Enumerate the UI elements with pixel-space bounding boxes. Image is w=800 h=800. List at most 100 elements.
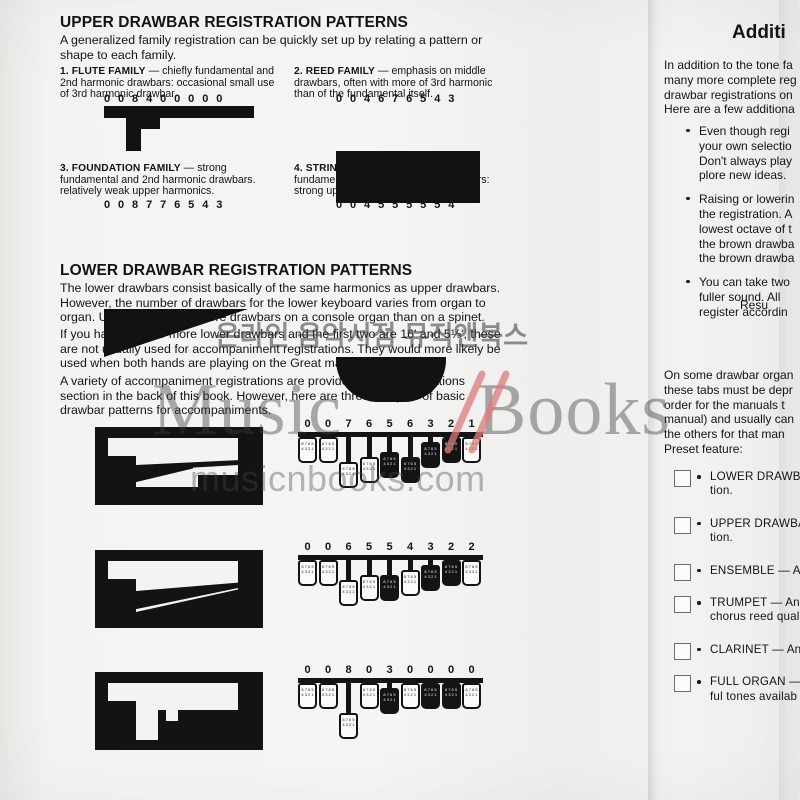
drawbar-stem (346, 560, 351, 580)
upper-drawbar-intro: A generalized family registration can be… (60, 33, 483, 62)
family-4-dash: — (388, 162, 399, 174)
drawbar-scale: 8 7 6 5 4 3 2 1 (383, 692, 396, 702)
watermark-brand-right: Books (477, 369, 672, 451)
drawbar-scale: 8 7 6 5 4 3 2 1 (383, 579, 396, 589)
drawbar-scale: 8 7 6 5 4 3 2 1 (424, 446, 437, 456)
drawbar-value-label: 6 (365, 418, 373, 430)
lower-pattern-panel-2 (95, 550, 263, 628)
family-2-name: REED FAMILY (305, 66, 375, 77)
family-3-index: 3. (60, 163, 69, 174)
checkbox-label-4: TRUMPET (710, 596, 768, 610)
drawbar-knob[interactable]: 8 7 6 5 4 3 2 1 (462, 437, 481, 463)
family-2-dash: — (377, 65, 389, 77)
drawbar-value-label: 2 (447, 541, 455, 553)
drawbar-knob[interactable]: 8 7 6 5 4 3 2 1 (421, 442, 440, 468)
drawbar-value-label: 0 (365, 664, 373, 676)
drawbar-knob[interactable]: 8 7 6 5 4 3 2 1 (400, 457, 420, 483)
drawbar-knob[interactable]: 8 7 6 5 4 3 2 1 (359, 683, 379, 709)
checkbox-label-5: CLARINET (710, 642, 769, 656)
lower-drawbar-heading: LOWER DRAWBAR REGISTRATION PATTERNS (60, 262, 413, 279)
drawbar-scale: 8 7 6 5 4 3 2 1 (301, 441, 314, 451)
drawbar-knob[interactable]: 8 7 6 5 4 3 2 1 (380, 575, 399, 601)
drawbar-scale: 8 7 6 5 4 3 2 1 (465, 687, 478, 697)
drawbar-value-label: 7 (345, 418, 352, 430)
drawbar-knob[interactable]: 8 7 6 5 4 3 2 1 (339, 462, 358, 488)
drawbar-scale: 8 7 6 5 4 3 2 1 (362, 461, 376, 471)
bullet-dot-icon (697, 568, 701, 573)
drawbar-scale: 8 7 6 5 4 3 2 1 (465, 441, 478, 451)
drawbar-knob[interactable]: 8 7 6 5 4 3 2 1 (462, 683, 481, 709)
drawbar-scale: 8 7 6 5 4 3 2 1 (444, 687, 458, 697)
checkbox-icon[interactable] (674, 470, 691, 487)
bullet-dot-icon (697, 680, 701, 684)
drawbar-scale: 8 7 6 5 4 3 2 1 (444, 441, 458, 451)
family-3-caption: 3. FOUNDATION FAMILY — strong fundamenta… (60, 162, 275, 198)
checkbox-icon[interactable] (674, 642, 691, 660)
drawbar-knob[interactable]: 8 7 6 5 4 3 2 1 (462, 560, 481, 586)
checkbox-icon[interactable] (674, 596, 691, 614)
drawbar-knob[interactable]: 8 7 6 5 4 3 2 1 (421, 565, 440, 591)
drawbar-console-2: 0 8 7 6 5 4 3 2 1 0 8 7 6 5 4 3 2 1 6 8 7 6 5… (296, 541, 483, 651)
lower-pattern-panel-3 (95, 672, 263, 750)
drawbar-knob[interactable]: 8 7 6 5 4 3 2 1 (359, 457, 379, 483)
drawbar-scale: 8 7 6 5 4 3 2 1 (465, 564, 478, 574)
drawbar-value-label: 0 (447, 664, 455, 676)
drawbar-knob[interactable]: 8 7 6 5 4 3 2 1 (441, 437, 461, 463)
checkbox-icon[interactable] (674, 563, 691, 581)
drawbar-knob[interactable]: 8 7 6 5 4 3 2 1 (298, 437, 317, 463)
bullet-dot-icon (697, 601, 701, 605)
drawbar-value-label: 3 (427, 541, 434, 553)
drawbar-value-label: 0 (304, 664, 311, 676)
drawbar-knob[interactable]: 8 7 6 5 4 3 2 1 (380, 688, 399, 714)
drawbar-value-label: 0 (406, 664, 414, 676)
drawbar-knob[interactable]: 8 7 6 5 4 3 2 1 (441, 560, 461, 586)
drawbar-scale: 8 7 6 5 4 3 2 1 (362, 687, 376, 697)
drawbar-knob[interactable]: 8 7 6 5 4 3 2 1 (421, 683, 440, 709)
drawbar-scale: 8 7 6 5 4 3 2 1 (424, 687, 437, 697)
drawbar-knob[interactable]: 8 7 6 5 4 3 2 1 (318, 560, 338, 586)
bullet-dot-icon (697, 647, 701, 652)
bullet-dot-icon (686, 128, 690, 132)
family-4-name: STRING FAMILY (305, 163, 386, 174)
bullet-dot-icon (686, 196, 690, 201)
drawbar-knob[interactable]: 8 7 6 5 4 3 2 1 (359, 575, 379, 601)
drawbar-scale: 8 7 6 5 4 3 2 1 (342, 466, 355, 476)
drawbar-knob[interactable]: 8 7 6 5 4 3 2 1 (400, 683, 420, 709)
drawbar-scale: 8 7 6 5 4 3 2 1 (362, 579, 376, 589)
checkbox-icon[interactable] (674, 675, 691, 693)
family-4-index: 4. (294, 163, 303, 174)
checkbox-icon[interactable] (674, 516, 691, 534)
drawbar-knob[interactable]: 8 7 6 5 4 3 2 1 (318, 683, 338, 709)
drawbar-value-label: 0 (324, 418, 332, 430)
drawbar-knob[interactable]: 8 7 6 5 4 3 2 1 (298, 560, 317, 586)
drawbar-knob[interactable]: 8 7 6 5 4 3 2 1 (380, 452, 399, 478)
family-2-index: 2. (294, 66, 303, 77)
drawbar-value-label: 8 (345, 664, 352, 676)
drawbar-scale: 8 7 6 5 4 3 2 1 (321, 564, 335, 574)
checkbox-label-6: FULL ORGAN (710, 675, 786, 689)
checkbox-label-3: ENSEMBLE (710, 563, 775, 577)
drawbar-value-label: 3 (386, 664, 393, 676)
drawbar-stem (366, 560, 372, 575)
drawbar-scale: 8 7 6 5 4 3 2 1 (321, 687, 335, 697)
drawbar-knob[interactable]: 8 7 6 5 4 3 2 1 (339, 580, 358, 606)
drawbar-value-label: 0 (468, 664, 475, 676)
drawbar-knob[interactable]: 8 7 6 5 4 3 2 1 (339, 713, 358, 739)
drawbar-value-label: 0 (304, 541, 311, 553)
family-3-name: FOUNDATION FAMILY (71, 163, 181, 174)
drawbar-knob[interactable]: 8 7 6 5 4 3 2 1 (441, 683, 461, 709)
page-gutter-shadow (648, 0, 664, 800)
family-1-dash: — (148, 65, 160, 77)
drawbar-scale: 8 7 6 5 4 3 2 1 (321, 441, 335, 451)
drawbar-knob[interactable]: 8 7 6 5 4 3 2 1 (400, 570, 420, 596)
drawbar-scale: 8 7 6 5 4 3 2 1 (403, 687, 417, 697)
drawbar-knob[interactable]: 8 7 6 5 4 3 2 1 (318, 437, 338, 463)
drawbar-value-label: 0 (304, 418, 311, 430)
drawbar-knob[interactable]: 8 7 6 5 4 3 2 1 (298, 683, 317, 709)
drawbar-value-label: 6 (406, 418, 414, 430)
family-3-registration: 0 0 8 7 7 6 5 4 3 (104, 199, 223, 211)
bullet-dot-icon (697, 475, 701, 479)
drawbar-scale: 8 7 6 5 4 3 2 1 (403, 574, 417, 584)
drawbar-stem (366, 437, 372, 457)
bullet-dot-icon (697, 521, 701, 526)
